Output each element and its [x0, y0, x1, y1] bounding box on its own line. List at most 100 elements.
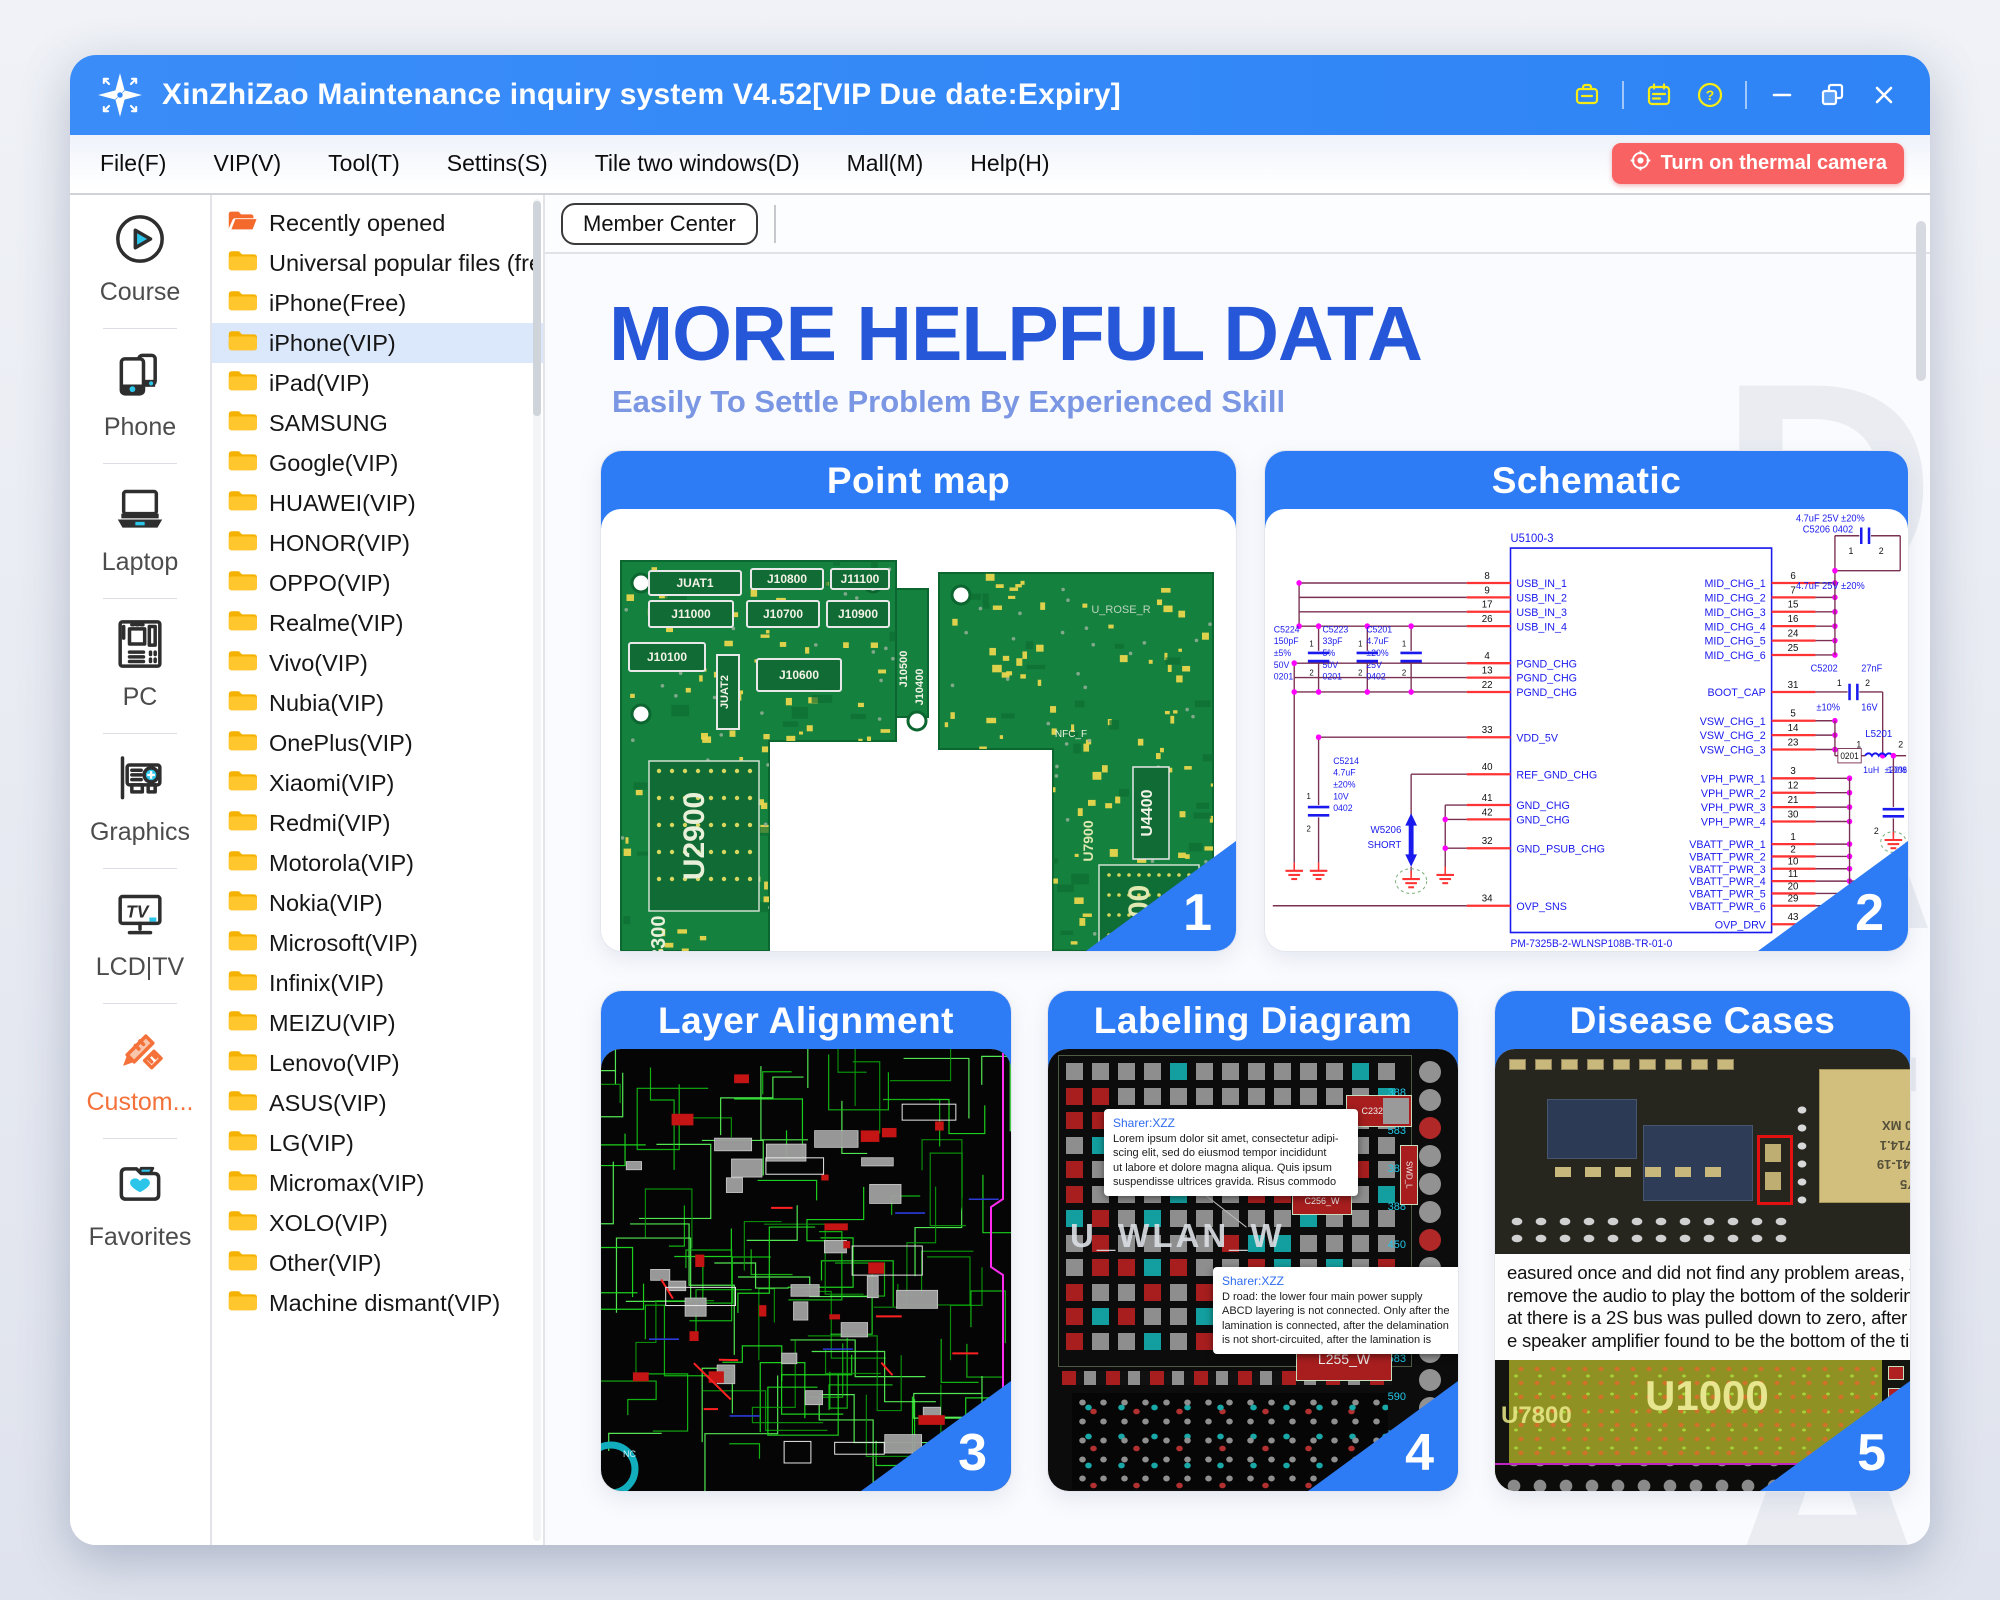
- folder-item-vivo-vip[interactable]: Vivo(VIP): [212, 643, 543, 683]
- card-title: Schematic: [1265, 451, 1908, 511]
- cards-row-1: Point map JUAT1J10800J11100J11000J10700J…: [600, 450, 1909, 952]
- folder-item-micromax-vip[interactable]: Micromax(VIP): [212, 1163, 543, 1203]
- svg-text:2: 2: [1865, 678, 1870, 688]
- vault-icon: [1572, 80, 1602, 110]
- menu-vip-v[interactable]: VIP(V): [213, 150, 281, 177]
- calendar-button[interactable]: [1643, 79, 1675, 111]
- folder-item-nokia-vip[interactable]: Nokia(VIP): [212, 883, 543, 923]
- folder-item-iphone-free[interactable]: iPhone(Free): [212, 283, 543, 323]
- folder-scrollbar-thumb[interactable]: [533, 201, 541, 416]
- pad: [1092, 1284, 1109, 1301]
- pad: [1118, 1308, 1135, 1325]
- ball-pad: [1419, 1117, 1441, 1139]
- sidebar-item-favorites[interactable]: Favorites: [89, 1156, 192, 1252]
- folder-item-honor-vip[interactable]: HONOR(VIP): [212, 523, 543, 563]
- folder-item-recently-opened[interactable]: Recently opened: [212, 203, 543, 243]
- tab-member-center[interactable]: Member Center: [561, 203, 758, 245]
- cap: [1535, 1059, 1552, 1070]
- smd: [1888, 1366, 1904, 1380]
- folder-item-google-vip[interactable]: Google(VIP): [212, 443, 543, 483]
- svg-text:C5201: C5201: [1366, 624, 1392, 634]
- laptop-icon: [112, 481, 168, 537]
- sidebar-item-laptop[interactable]: Laptop: [102, 481, 178, 577]
- tooltip-text: ABCD layering is not connected. Only aft…: [1222, 1304, 1458, 1318]
- folder-item-oppo-vip[interactable]: OPPO(VIP): [212, 563, 543, 603]
- sidebar-item-pc[interactable]: PC: [112, 616, 168, 712]
- folder-item-lenovo-vip[interactable]: Lenovo(VIP): [212, 1043, 543, 1083]
- sidebar-item-phone[interactable]: Phone: [104, 346, 176, 442]
- svg-text:15: 15: [1788, 599, 1799, 610]
- menu-mall-m[interactable]: Mall(M): [847, 150, 924, 177]
- sidebar-item-lcdtv[interactable]: TVLCD|TV: [96, 886, 184, 982]
- help-button[interactable]: ?: [1694, 79, 1726, 111]
- folder-item-motorola-vip[interactable]: Motorola(VIP): [212, 843, 543, 883]
- pad: [1092, 1088, 1109, 1105]
- svg-text:PM-7325B-2-WLNSP108B-TR-01-0: PM-7325B-2-WLNSP108B-TR-01-0: [1511, 938, 1673, 950]
- minimize-button[interactable]: [1766, 79, 1798, 111]
- svg-text:4.7uF 25V ±20%: 4.7uF 25V ±20%: [1796, 513, 1865, 524]
- gpu-card-icon: [112, 751, 168, 807]
- sidebar-item-custom[interactable]: Custom...: [87, 1021, 194, 1117]
- folder-item-samsung[interactable]: SAMSUNG: [212, 403, 543, 443]
- sidebar-item-course[interactable]: Course: [100, 211, 181, 307]
- folder-item-meizu-vip[interactable]: MEIZU(VIP): [212, 1003, 543, 1043]
- vault-button[interactable]: [1571, 79, 1603, 111]
- pad: [1326, 1235, 1343, 1252]
- schematic-art: U5100-3PM-7325B-2-WLNSP108B-TR-01-08USB_…: [1265, 509, 1908, 951]
- close-button[interactable]: [1868, 79, 1900, 111]
- menu-tile-two-windows-d[interactable]: Tile two windows(D): [595, 150, 800, 177]
- folder-item-microsoft-vip[interactable]: Microsoft(VIP): [212, 923, 543, 963]
- folder-item-other-vip[interactable]: Other(VIP): [212, 1243, 543, 1283]
- page-subtitle: Easily To Settle Problem By Experienced …: [612, 384, 1285, 420]
- pad: [1352, 1063, 1369, 1080]
- folder-item-xiaomi-vip[interactable]: Xiaomi(VIP): [212, 763, 543, 803]
- svg-text:VSW_CHG_2: VSW_CHG_2: [1700, 730, 1766, 742]
- folder-item-lg-vip[interactable]: LG(VIP): [212, 1123, 543, 1163]
- play-circle-icon: [112, 211, 168, 267]
- svg-text:5: 5: [1790, 708, 1796, 719]
- sidebar-item-label: PC: [123, 683, 158, 712]
- folder-item-iphone-vip[interactable]: iPhone(VIP): [212, 323, 543, 363]
- svg-text:VPH_PWR_3: VPH_PWR_3: [1701, 802, 1766, 814]
- folder-icon: [227, 1167, 257, 1194]
- svg-text:USB_IN_2: USB_IN_2: [1516, 592, 1567, 604]
- main-area: Member Center DATA MORE HELPFUL DATA Eas…: [545, 195, 1930, 1545]
- folder-item-huawei-vip[interactable]: HUAWEI(VIP): [212, 483, 543, 523]
- main-scrollbar-thumb[interactable]: [1916, 221, 1926, 381]
- svg-text:21: 21: [1788, 795, 1799, 806]
- folder-item-asus-vip[interactable]: ASUS(VIP): [212, 1083, 543, 1123]
- sidebar-item-graphics[interactable]: Graphics: [90, 751, 190, 847]
- disease-art: SKY55B241-19679714.12050 MXeasured once …: [1495, 1049, 1910, 1491]
- svg-text:?: ?: [1706, 87, 1715, 103]
- folder-item-infinix-vip[interactable]: Infinix(VIP): [212, 963, 543, 1003]
- menu-settins-s[interactable]: Settins(S): [447, 150, 548, 177]
- card-title: Labeling Diagram: [1048, 991, 1458, 1051]
- menu-help-h[interactable]: Help(H): [970, 150, 1049, 177]
- folder-item-nubia-vip[interactable]: Nubia(VIP): [212, 683, 543, 723]
- pad: [1144, 1259, 1161, 1276]
- folder-item-universal-popular-files-free[interactable]: Universal popular files (free: [212, 243, 543, 283]
- folder-item-oneplus-vip[interactable]: OnePlus(VIP): [212, 723, 543, 763]
- folder-item-label: Nokia(VIP): [269, 890, 383, 917]
- titlebar-separator: [1745, 81, 1747, 109]
- thermal-camera-button[interactable]: Turn on thermal camera: [1612, 143, 1904, 184]
- folder-item-label: Micromax(VIP): [269, 1170, 424, 1197]
- folder-item-realme-vip[interactable]: Realme(VIP): [212, 603, 543, 643]
- pad: [1378, 1137, 1395, 1154]
- pad: [1066, 1161, 1083, 1178]
- pad: [1222, 1063, 1239, 1080]
- restore-button[interactable]: [1817, 79, 1849, 111]
- sidebar-divider: [103, 598, 177, 599]
- svg-text:10: 10: [1788, 856, 1799, 867]
- svg-text:C5202: C5202: [1811, 663, 1838, 674]
- svg-text:J11100: J11100: [841, 572, 880, 586]
- folder-item-xolo-vip[interactable]: XOLO(VIP): [212, 1203, 543, 1243]
- folder-icon: [227, 327, 257, 354]
- menu-file-f[interactable]: File(F): [100, 150, 166, 177]
- layer-alignment-art: NC: [601, 1049, 1011, 1491]
- menu-tool-t[interactable]: Tool(T): [328, 150, 400, 177]
- folder-item-machine-dismant-vip[interactable]: Machine dismant(VIP): [212, 1283, 543, 1323]
- folder-item-ipad-vip[interactable]: iPad(VIP): [212, 363, 543, 403]
- folder-item-redmi-vip[interactable]: Redmi(VIP): [212, 803, 543, 843]
- svg-text:U4400: U4400: [1139, 789, 1156, 836]
